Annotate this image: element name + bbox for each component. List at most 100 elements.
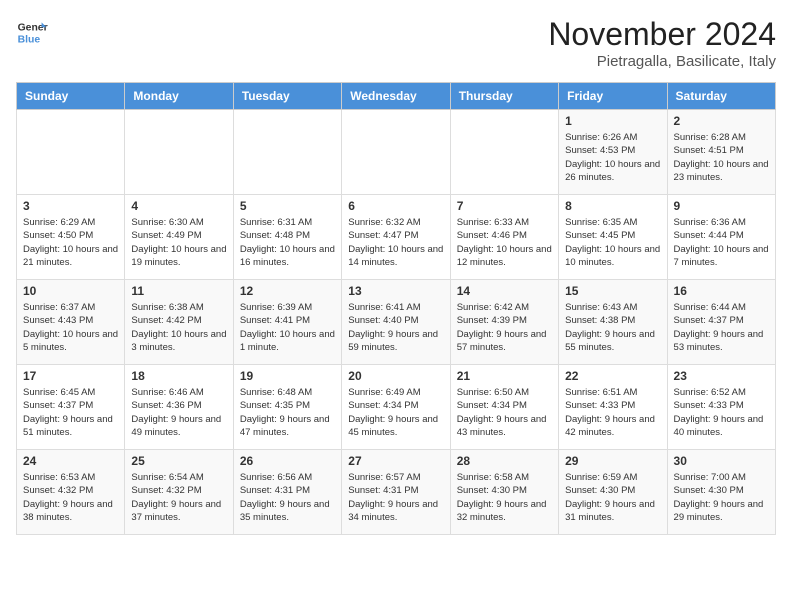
day-info: Sunrise: 6:30 AM Sunset: 4:49 PM Dayligh… (131, 216, 226, 269)
day-number: 19 (240, 369, 335, 383)
day-number: 14 (457, 284, 552, 298)
calendar-cell: 25 Sunrise: 6:54 AM Sunset: 4:32 PM Dayli… (125, 450, 233, 535)
day-info: Sunrise: 6:52 AM Sunset: 4:33 PM Dayligh… (674, 386, 769, 439)
calendar-cell (450, 110, 558, 195)
calendar-cell: 12 Sunrise: 6:39 AM Sunset: 4:41 PM Dayli… (233, 280, 341, 365)
day-info: Sunrise: 6:31 AM Sunset: 4:48 PM Dayligh… (240, 216, 335, 269)
calendar-cell: 8 Sunrise: 6:35 AM Sunset: 4:45 PM Daylig… (559, 195, 667, 280)
svg-text:General: General (18, 22, 48, 33)
day-number: 7 (457, 199, 552, 213)
svg-text:Blue: Blue (18, 34, 41, 45)
calendar-cell: 2 Sunrise: 6:28 AM Sunset: 4:51 PM Daylig… (667, 110, 775, 195)
day-info: Sunrise: 6:32 AM Sunset: 4:47 PM Dayligh… (348, 216, 443, 269)
day-info: Sunrise: 6:43 AM Sunset: 4:38 PM Dayligh… (565, 301, 660, 354)
day-info: Sunrise: 7:00 AM Sunset: 4:30 PM Dayligh… (674, 471, 769, 524)
day-number: 6 (348, 199, 443, 213)
calendar-cell: 14 Sunrise: 6:42 AM Sunset: 4:39 PM Dayli… (450, 280, 558, 365)
calendar-header-row: SundayMondayTuesdayWednesdayThursdayFrid… (17, 83, 776, 110)
logo: General Blue (16, 16, 48, 48)
day-number: 10 (23, 284, 118, 298)
day-info: Sunrise: 6:45 AM Sunset: 4:37 PM Dayligh… (23, 386, 118, 439)
calendar-cell (17, 110, 125, 195)
day-number: 15 (565, 284, 660, 298)
day-info: Sunrise: 6:54 AM Sunset: 4:32 PM Dayligh… (131, 471, 226, 524)
day-info: Sunrise: 6:57 AM Sunset: 4:31 PM Dayligh… (348, 471, 443, 524)
day-of-week-header: Monday (125, 83, 233, 110)
day-info: Sunrise: 6:38 AM Sunset: 4:42 PM Dayligh… (131, 301, 226, 354)
day-number: 29 (565, 454, 660, 468)
day-info: Sunrise: 6:58 AM Sunset: 4:30 PM Dayligh… (457, 471, 552, 524)
calendar-cell: 15 Sunrise: 6:43 AM Sunset: 4:38 PM Dayli… (559, 280, 667, 365)
day-number: 26 (240, 454, 335, 468)
day-info: Sunrise: 6:37 AM Sunset: 4:43 PM Dayligh… (23, 301, 118, 354)
day-number: 30 (674, 454, 769, 468)
title-block: November 2024 Pietragalla, Basilicate, I… (548, 16, 776, 70)
day-of-week-header: Saturday (667, 83, 775, 110)
day-info: Sunrise: 6:56 AM Sunset: 4:31 PM Dayligh… (240, 471, 335, 524)
day-of-week-header: Sunday (17, 83, 125, 110)
day-info: Sunrise: 6:35 AM Sunset: 4:45 PM Dayligh… (565, 216, 660, 269)
day-info: Sunrise: 6:29 AM Sunset: 4:50 PM Dayligh… (23, 216, 118, 269)
day-number: 9 (674, 199, 769, 213)
calendar-cell: 21Sunrise: 6:50 AM Sunset: 4:34 PM Dayli… (450, 365, 558, 450)
day-number: 22 (565, 369, 660, 383)
location-subtitle: Pietragalla, Basilicate, Italy (548, 53, 776, 70)
calendar-week-row: 3 Sunrise: 6:29 AM Sunset: 4:50 PM Daylig… (17, 195, 776, 280)
day-number: 8 (565, 199, 660, 213)
day-number: 12 (240, 284, 335, 298)
calendar-cell: 10 Sunrise: 6:37 AM Sunset: 4:43 PM Dayli… (17, 280, 125, 365)
calendar-cell: 16Sunrise: 6:44 AM Sunset: 4:37 PM Dayli… (667, 280, 775, 365)
calendar-cell: 3 Sunrise: 6:29 AM Sunset: 4:50 PM Daylig… (17, 195, 125, 280)
day-of-week-header: Friday (559, 83, 667, 110)
day-number: 21 (457, 369, 552, 383)
day-number: 2 (674, 114, 769, 128)
day-info: Sunrise: 6:49 AM Sunset: 4:34 PM Dayligh… (348, 386, 443, 439)
calendar-cell: 7Sunrise: 6:33 AM Sunset: 4:46 PM Daylig… (450, 195, 558, 280)
calendar-cell: 28 Sunrise: 6:58 AM Sunset: 4:30 PM Dayli… (450, 450, 558, 535)
calendar-cell: 4 Sunrise: 6:30 AM Sunset: 4:49 PM Daylig… (125, 195, 233, 280)
calendar-cell: 19 Sunrise: 6:48 AM Sunset: 4:35 PM Dayli… (233, 365, 341, 450)
calendar-cell: 30 Sunrise: 7:00 AM Sunset: 4:30 PM Dayli… (667, 450, 775, 535)
day-info: Sunrise: 6:41 AM Sunset: 4:40 PM Dayligh… (348, 301, 443, 354)
calendar-table: SundayMondayTuesdayWednesdayThursdayFrid… (16, 82, 776, 535)
day-info: Sunrise: 6:59 AM Sunset: 4:30 PM Dayligh… (565, 471, 660, 524)
page-header: General Blue November 2024 Pietragalla, … (16, 16, 776, 70)
month-title: November 2024 (548, 16, 776, 53)
calendar-cell: 9 Sunrise: 6:36 AM Sunset: 4:44 PM Daylig… (667, 195, 775, 280)
calendar-cell: 11Sunrise: 6:38 AM Sunset: 4:42 PM Dayli… (125, 280, 233, 365)
calendar-week-row: 1Sunrise: 6:26 AM Sunset: 4:53 PM Daylig… (17, 110, 776, 195)
calendar-cell: 20 Sunrise: 6:49 AM Sunset: 4:34 PM Dayli… (342, 365, 450, 450)
calendar-cell: 22 Sunrise: 6:51 AM Sunset: 4:33 PM Dayli… (559, 365, 667, 450)
day-number: 20 (348, 369, 443, 383)
day-number: 27 (348, 454, 443, 468)
day-info: Sunrise: 6:48 AM Sunset: 4:35 PM Dayligh… (240, 386, 335, 439)
day-info: Sunrise: 6:42 AM Sunset: 4:39 PM Dayligh… (457, 301, 552, 354)
logo-icon: General Blue (16, 16, 48, 48)
calendar-cell: 13 Sunrise: 6:41 AM Sunset: 4:40 PM Dayli… (342, 280, 450, 365)
day-number: 23 (674, 369, 769, 383)
day-of-week-header: Wednesday (342, 83, 450, 110)
day-number: 3 (23, 199, 118, 213)
calendar-week-row: 24 Sunrise: 6:53 AM Sunset: 4:32 PM Dayli… (17, 450, 776, 535)
day-number: 24 (23, 454, 118, 468)
day-number: 5 (240, 199, 335, 213)
calendar-cell (233, 110, 341, 195)
day-number: 28 (457, 454, 552, 468)
calendar-week-row: 17 Sunrise: 6:45 AM Sunset: 4:37 PM Dayli… (17, 365, 776, 450)
day-number: 13 (348, 284, 443, 298)
day-info: Sunrise: 6:39 AM Sunset: 4:41 PM Dayligh… (240, 301, 335, 354)
day-info: Sunrise: 6:53 AM Sunset: 4:32 PM Dayligh… (23, 471, 118, 524)
calendar-cell: 24 Sunrise: 6:53 AM Sunset: 4:32 PM Dayli… (17, 450, 125, 535)
calendar-cell: 5 Sunrise: 6:31 AM Sunset: 4:48 PM Daylig… (233, 195, 341, 280)
day-number: 4 (131, 199, 226, 213)
calendar-cell: 17 Sunrise: 6:45 AM Sunset: 4:37 PM Dayli… (17, 365, 125, 450)
day-info: Sunrise: 6:51 AM Sunset: 4:33 PM Dayligh… (565, 386, 660, 439)
day-info: Sunrise: 6:44 AM Sunset: 4:37 PM Dayligh… (674, 301, 769, 354)
day-of-week-header: Thursday (450, 83, 558, 110)
day-number: 25 (131, 454, 226, 468)
calendar-cell: 29 Sunrise: 6:59 AM Sunset: 4:30 PM Dayli… (559, 450, 667, 535)
day-number: 17 (23, 369, 118, 383)
calendar-cell (125, 110, 233, 195)
day-info: Sunrise: 6:36 AM Sunset: 4:44 PM Dayligh… (674, 216, 769, 269)
day-info: Sunrise: 6:28 AM Sunset: 4:51 PM Dayligh… (674, 131, 769, 184)
